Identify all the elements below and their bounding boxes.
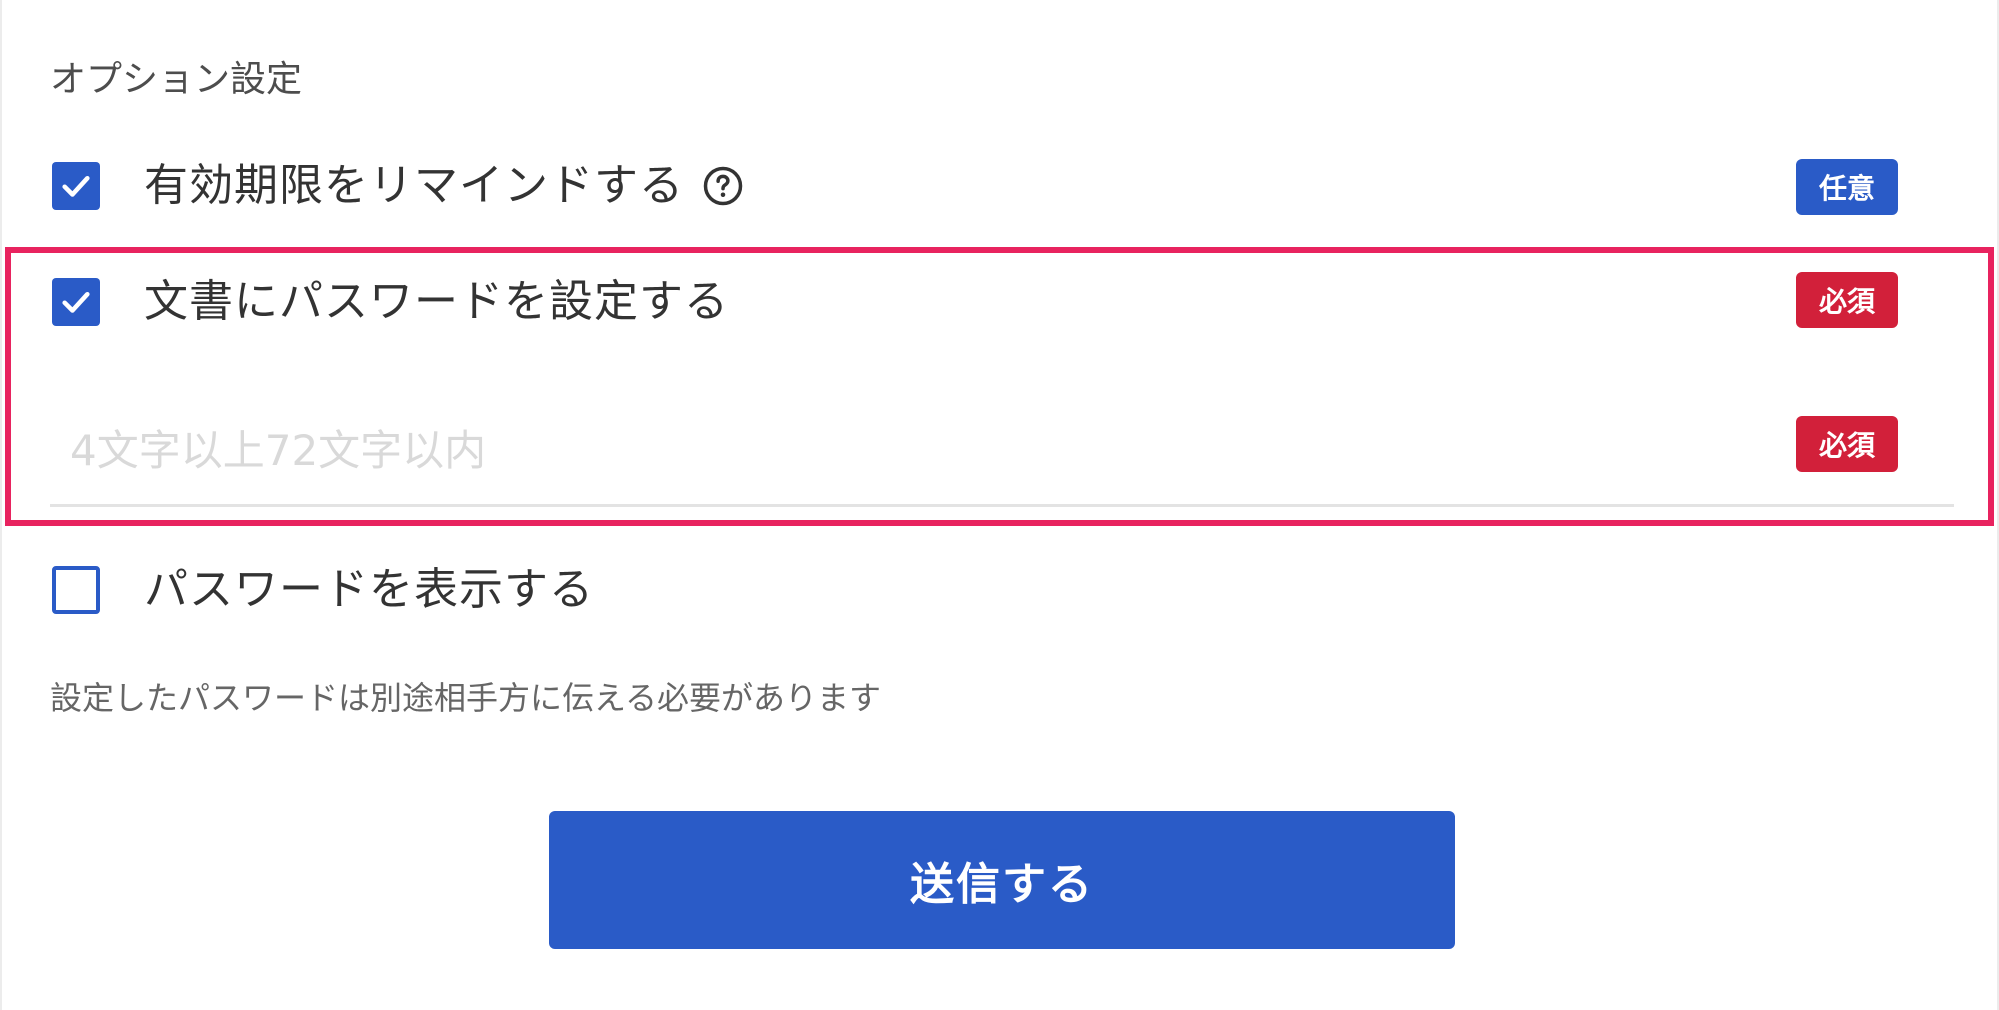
- remind-label: 有効期限をリマインドする: [144, 160, 684, 211]
- checkmark-icon: [62, 291, 90, 313]
- optional-badge: 任意: [1796, 159, 1898, 215]
- question-circle-icon[interactable]: [702, 165, 744, 207]
- password-input-underline: [50, 504, 1954, 507]
- set-password-checkbox[interactable]: [52, 278, 100, 326]
- show-password-option-row: パスワードを表示する: [52, 562, 594, 618]
- section-title: オプション設定: [50, 59, 303, 100]
- remind-option-row: 有効期限をリマインドする: [52, 158, 744, 214]
- checkmark-icon: [62, 175, 90, 197]
- password-input[interactable]: [50, 410, 1744, 490]
- password-required-badge: 必須: [1796, 416, 1898, 472]
- remind-checkbox[interactable]: [52, 162, 100, 210]
- panel-left-edge: [0, 0, 2, 1010]
- password-note: 設定したパスワードは別途相手方に伝える必要があります: [50, 679, 882, 717]
- set-password-option-row: 文書にパスワードを設定する: [52, 274, 729, 330]
- show-password-label: パスワードを表示する: [144, 564, 594, 615]
- submit-button[interactable]: 送信する: [549, 811, 1455, 949]
- show-password-checkbox[interactable]: [52, 566, 100, 614]
- required-badge: 必須: [1796, 272, 1898, 328]
- set-password-label: 文書にパスワードを設定する: [144, 276, 729, 327]
